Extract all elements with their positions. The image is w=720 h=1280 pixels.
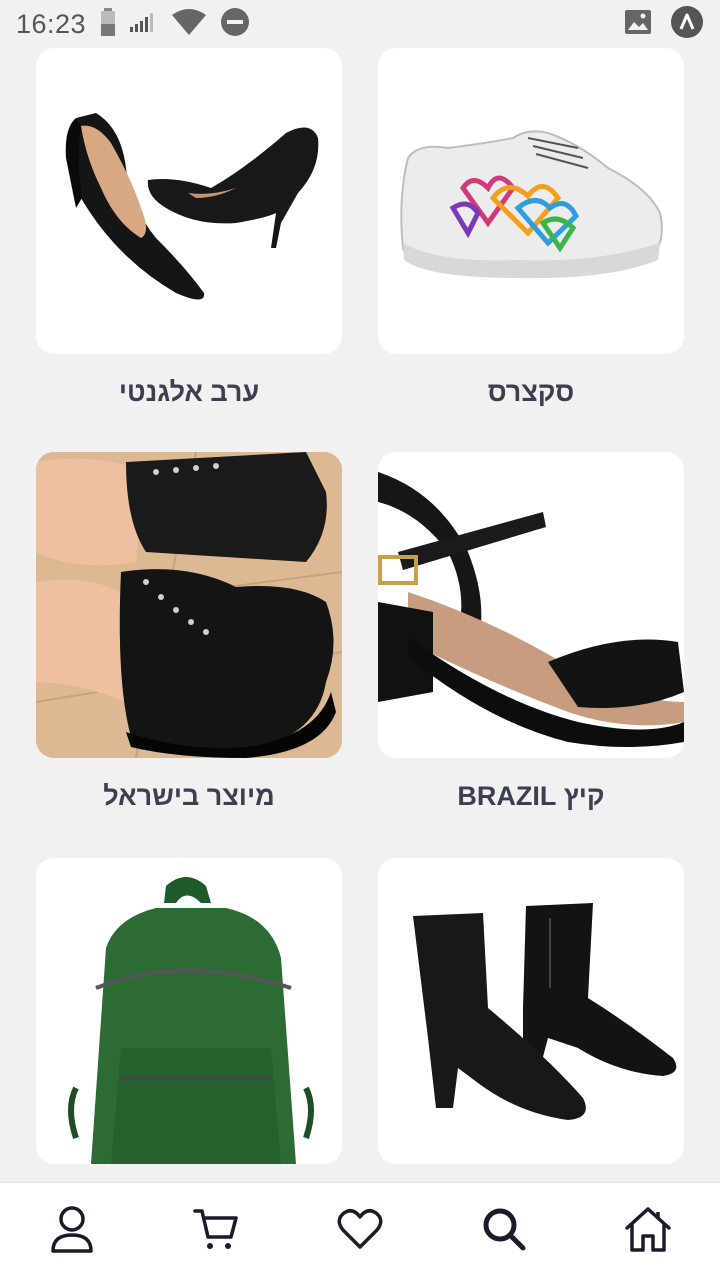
category-label: ערב אלגנטי bbox=[118, 377, 260, 407]
green-backpack-image bbox=[36, 858, 342, 1164]
search-icon bbox=[482, 1207, 526, 1256]
category-grid: ערב אלגנטי סקצרס מיוצר בישראל קיץ BRAZIL bbox=[0, 48, 720, 1182]
category-card-skechers[interactable]: סקצרס bbox=[378, 48, 684, 412]
black-boots-image bbox=[36, 452, 342, 758]
status-bar: 16:23 bbox=[0, 0, 720, 48]
category-card-ankle-boots[interactable] bbox=[378, 858, 684, 1182]
category-card-elegant-evening[interactable]: ערב אלגנטי bbox=[36, 48, 342, 412]
nav-cart-button[interactable] bbox=[176, 1192, 256, 1272]
signal-icon bbox=[130, 12, 158, 37]
heart-icon bbox=[337, 1208, 383, 1255]
nav-favorites-button[interactable] bbox=[320, 1192, 400, 1272]
profile-icon bbox=[50, 1205, 94, 1258]
image-notification-icon bbox=[624, 9, 652, 40]
dnd-icon bbox=[220, 7, 250, 42]
home-icon bbox=[624, 1206, 672, 1257]
category-label: סקצרס bbox=[487, 377, 575, 407]
ankle-boots-image bbox=[378, 858, 684, 1164]
category-card-made-in-israel[interactable]: מיוצר בישראל bbox=[36, 452, 342, 816]
nav-profile-button[interactable] bbox=[32, 1192, 112, 1272]
category-label: מיוצר בישראל bbox=[103, 781, 275, 811]
sneakers-image bbox=[378, 48, 684, 354]
app-notification-icon bbox=[670, 5, 704, 44]
nav-home-button[interactable] bbox=[608, 1192, 688, 1272]
wifi-icon bbox=[172, 8, 207, 40]
black-sandal-image bbox=[378, 452, 684, 758]
cart-icon bbox=[193, 1207, 239, 1256]
category-card-backpack[interactable] bbox=[36, 858, 342, 1182]
category-card-summer-brazil[interactable]: קיץ BRAZIL bbox=[378, 452, 684, 816]
battery-icon bbox=[100, 7, 116, 41]
black-pumps-image bbox=[36, 48, 342, 354]
category-label: קיץ BRAZIL bbox=[457, 781, 605, 811]
nav-search-button[interactable] bbox=[464, 1192, 544, 1272]
status-time: 16:23 bbox=[16, 8, 87, 39]
bottom-navigation bbox=[0, 1182, 720, 1280]
